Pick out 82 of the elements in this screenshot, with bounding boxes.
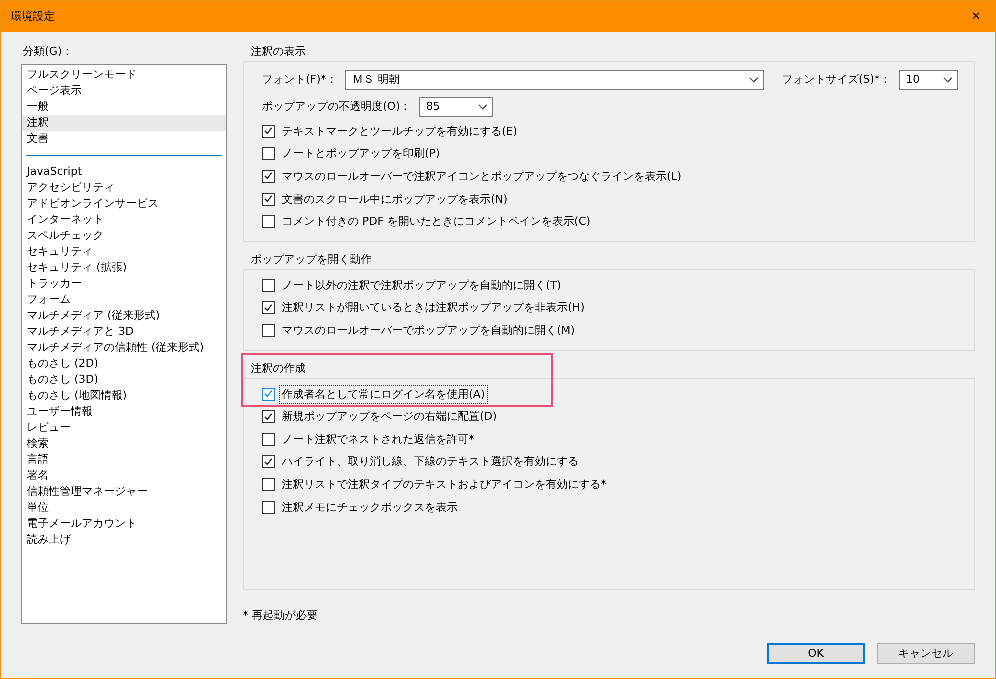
category-item[interactable]: ユーザー情報 xyxy=(22,404,226,420)
category-item[interactable]: トラッカー xyxy=(22,276,226,292)
category-item[interactable]: 注釈 xyxy=(22,115,226,131)
font-size-dropdown[interactable]: 10 xyxy=(899,70,958,90)
category-item[interactable]: フルスクリーンモード xyxy=(22,67,226,83)
opacity-label: ポップアップの不透明度(O)： xyxy=(262,99,412,114)
category-item[interactable]: 一般 xyxy=(22,99,226,115)
category-item[interactable]: 署名 xyxy=(22,468,226,484)
checkmark-icon xyxy=(264,304,273,312)
category-label: 分類(G)： xyxy=(22,44,74,59)
category-item[interactable]: アドビオンラインサービス xyxy=(22,196,226,212)
ok-button[interactable]: OK xyxy=(767,642,865,664)
category-item[interactable]: マルチメディア (従来形式) xyxy=(22,308,226,324)
checkmark-icon xyxy=(264,172,273,180)
checkbox[interactable] xyxy=(262,432,275,446)
category-item[interactable]: 電子メールアカウント xyxy=(22,516,226,532)
category-item[interactable]: セキュリティ xyxy=(22,244,226,260)
category-item[interactable]: JavaScript xyxy=(22,164,226,180)
category-item[interactable]: ものさし (3D) xyxy=(22,372,226,388)
checkbox-label: マウスのロールオーバーで注釈アイコンとポップアップをつなぐラインを表示(L) xyxy=(281,168,683,185)
checkbox[interactable] xyxy=(262,147,275,160)
checkbox-label: 注釈リストが開いているときは注釈ポップアップを非表示(H) xyxy=(281,300,586,316)
section-title: ポップアップを開く動作 xyxy=(250,252,373,268)
checkbox-label: 注釈メモにチェックボックスを表示 xyxy=(281,500,459,516)
checkbox-label: 新規ポップアップをページの右端に配置(D) xyxy=(281,409,498,426)
cancel-button[interactable]: キャンセル xyxy=(877,642,975,664)
category-item[interactable]: 文書 xyxy=(22,131,226,147)
checkbox-label: 注釈リストで注釈タイプのテキストおよびアイコンを有効にする* xyxy=(281,476,608,493)
checkbox-label: テキストマークとツールチップを有効にする(E) xyxy=(281,124,519,140)
section-title: 注釈の表示 xyxy=(250,44,307,60)
font-label: フォント(F)*： xyxy=(262,72,338,87)
checkbox[interactable] xyxy=(262,301,275,314)
checkbox[interactable] xyxy=(262,192,275,206)
chevron-down-icon xyxy=(943,76,953,82)
category-item[interactable]: 信頼性管理マネージャー xyxy=(22,484,226,500)
category-item[interactable]: セキュリティ (拡張) xyxy=(22,260,226,276)
section-title: 注釈の作成 xyxy=(250,360,307,377)
checkmark-icon xyxy=(264,458,273,466)
category-item[interactable]: ページ表示 xyxy=(22,83,226,99)
chevron-down-icon xyxy=(748,76,759,82)
checkbox[interactable] xyxy=(262,170,275,183)
checkmark-icon xyxy=(264,127,273,136)
checkbox[interactable] xyxy=(262,410,275,424)
checkbox-label: ノート注釈でネストされた返信を許可* xyxy=(281,432,476,448)
checkbox[interactable] xyxy=(262,124,275,138)
category-item[interactable]: レビュー xyxy=(22,420,226,436)
chevron-down-icon xyxy=(478,104,488,110)
checkbox-label: 文書のスクロール中にポップアップを表示(N) xyxy=(281,192,509,208)
checkbox-label: ノートとポップアップを印刷(P) xyxy=(281,146,442,162)
checkmark-icon xyxy=(264,195,273,204)
footnote: * 再起動が必要 xyxy=(243,608,319,623)
close-button[interactable]: ✕ xyxy=(968,10,985,23)
category-item[interactable]: マルチメディアの信頼性 (従来形式) xyxy=(22,340,226,356)
category-item[interactable]: 検索 xyxy=(22,436,226,452)
checkbox[interactable] xyxy=(262,278,275,292)
category-item[interactable]: 読み上げ xyxy=(22,532,226,548)
checkbox-label: コメント付きの PDF を開いたときにコメントペインを表示(C) xyxy=(281,214,592,230)
window-title: 環境設定 xyxy=(11,9,55,24)
checkbox-label: マウスのロールオーバーでポップアップを自動的に開く(M) xyxy=(281,322,576,339)
checkbox[interactable] xyxy=(262,455,275,468)
category-item[interactable]: マルチメディアと 3D xyxy=(22,324,226,340)
checkbox-label: ノート以外の注釈で注釈ポップアップを自動的に開く(T) xyxy=(281,278,562,294)
checkbox[interactable] xyxy=(262,478,275,491)
category-item[interactable]: 単位 xyxy=(22,500,226,516)
category-item[interactable]: ものさし (地図情報) xyxy=(22,388,226,404)
opacity-dropdown[interactable]: 85 xyxy=(419,96,494,116)
checkbox[interactable] xyxy=(262,215,275,228)
checkbox[interactable] xyxy=(262,388,275,401)
checkbox[interactable] xyxy=(262,324,275,337)
category-item[interactable]: アクセシビリティ xyxy=(22,180,226,196)
category-item[interactable]: 言語 xyxy=(22,452,226,468)
font-size-label: フォントサイズ(S)*： xyxy=(782,72,891,87)
font-dropdown[interactable]: ＭＳ 明朝 xyxy=(345,70,764,90)
checkbox-label: ハイライト、取り消し線、下線のテキスト選択を有効にする xyxy=(281,454,580,470)
checkbox-label: 作成者名として常にログイン名を使用(A) xyxy=(279,384,488,404)
category-item[interactable]: スペルチェック xyxy=(22,228,226,244)
checkbox[interactable] xyxy=(262,500,275,514)
checkmark-icon xyxy=(264,412,273,421)
category-item[interactable]: フォーム xyxy=(22,292,226,308)
checkmark-icon xyxy=(264,390,273,398)
category-item[interactable]: ものさし (2D) xyxy=(22,356,226,372)
category-item[interactable]: インターネット xyxy=(22,212,226,228)
